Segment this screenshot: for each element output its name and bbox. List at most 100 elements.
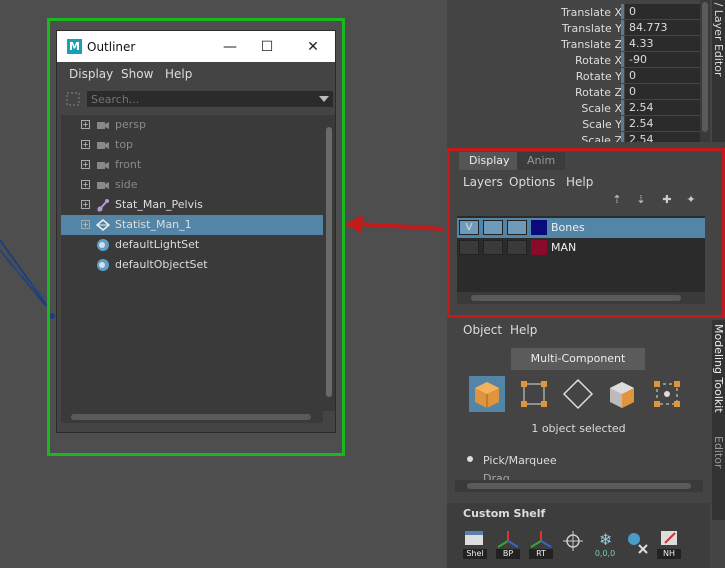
outliner-menubar: Display Show Help <box>57 64 335 84</box>
outliner-window[interactable]: M Outliner — ☐ ✕ Display Show Help + per… <box>56 30 336 433</box>
channel-scale-y[interactable]: Scale Y 2.54 <box>447 116 710 132</box>
shelf-button-freeze[interactable]: ❄ 0,0,0 <box>591 529 619 559</box>
tree-item-side[interactable]: + side <box>61 175 323 195</box>
maximize-button[interactable]: ☐ <box>256 37 278 57</box>
channel-rotate-x[interactable]: Rotate X -90 <box>447 52 710 68</box>
menu-help[interactable]: Help <box>566 175 593 189</box>
menu-help[interactable]: Help <box>165 67 192 81</box>
multi-component-button[interactable]: Multi-Component <box>511 348 645 370</box>
joint-icon <box>97 199 109 212</box>
shelf-button-shel[interactable]: Shel <box>461 529 489 559</box>
vertex-mode-button[interactable] <box>516 376 552 412</box>
move-layer-down-icon[interactable]: ⇣ <box>633 192 649 208</box>
expand-icon[interactable]: + <box>81 160 90 169</box>
layer-list-scrollbar[interactable] <box>457 292 705 304</box>
outliner-titlebar[interactable]: M Outliner — ☐ ✕ <box>57 31 335 62</box>
create-layer-from-selected-icon[interactable]: ✦ <box>683 192 699 208</box>
shelf-button-nh[interactable]: NH <box>655 529 683 559</box>
pick-marquee-label[interactable]: Pick/Marquee <box>483 454 557 467</box>
camera-icon <box>97 162 109 169</box>
channel-value[interactable]: 84.773 <box>625 20 707 35</box>
pick-marquee-radio[interactable] <box>467 456 473 462</box>
channel-value[interactable]: 0 <box>625 84 707 99</box>
object-mode-button[interactable] <box>469 376 505 412</box>
menu-options[interactable]: Options <box>509 175 555 189</box>
minimize-button[interactable]: — <box>219 37 241 57</box>
channel-scale-z[interactable]: Scale Z 2.54 <box>447 132 710 142</box>
tab-display[interactable]: Display <box>459 152 520 170</box>
uv-mode-button[interactable] <box>649 376 685 412</box>
playback-toggle[interactable] <box>483 240 503 255</box>
snowflake-icon: ❄ <box>599 530 612 549</box>
search-input[interactable] <box>87 91 333 107</box>
shelf-button-rt[interactable]: RT <box>527 529 555 559</box>
tab-attribute-editor[interactable]: Attribute Editor <box>712 436 725 520</box>
toolkit-menubar: Object Help <box>447 320 710 338</box>
channel-translate-x[interactable]: Translate X0 <box>447 4 710 20</box>
outliner-horizontal-scrollbar[interactable] <box>61 411 323 423</box>
channel-translate-z[interactable]: Translate Z 4.33 <box>447 36 710 52</box>
outliner-search-bar <box>61 89 333 109</box>
channel-value[interactable]: 4.33 <box>625 36 707 51</box>
channel-value[interactable]: 2.54 <box>625 132 707 142</box>
channel-value[interactable]: 0 <box>625 4 707 19</box>
expand-icon[interactable]: + <box>81 180 90 189</box>
playback-toggle[interactable] <box>483 220 503 235</box>
expand-icon[interactable]: + <box>81 140 90 149</box>
tab-modeling-toolkit[interactable]: Modeling Toolkit <box>712 324 725 413</box>
select-filter-icon[interactable] <box>65 91 81 107</box>
layer-color-swatch[interactable] <box>531 220 547 235</box>
layer-row-bones[interactable]: V Bones <box>457 218 705 238</box>
vertex-icon <box>521 381 547 407</box>
edge-mode-button[interactable] <box>560 376 596 412</box>
drag-label[interactable]: Drag <box>483 472 510 480</box>
channel-scale-x[interactable]: Scale X 2.54 <box>447 100 710 116</box>
layer-list[interactable]: V Bones MAN <box>457 216 705 298</box>
tree-item-default-object-set[interactable]: defaultObjectSet <box>61 255 323 275</box>
shelf-button-delete-history[interactable] <box>623 529 651 559</box>
layer-row-man[interactable]: MAN <box>457 238 705 258</box>
channel-rotate-y[interactable]: Rotate Y0 <box>447 68 710 84</box>
menu-object[interactable]: Object <box>463 323 502 337</box>
shelf-button-bp[interactable]: BP <box>494 529 522 559</box>
expand-icon[interactable]: + <box>81 120 90 129</box>
channel-box-scrollbar[interactable] <box>700 0 710 142</box>
tree-item-default-light-set[interactable]: defaultLightSet <box>61 235 323 255</box>
tree-item-front[interactable]: + front <box>61 155 323 175</box>
layer-color-swatch[interactable] <box>531 240 547 255</box>
channel-rotate-z[interactable]: Rotate Z0 <box>447 84 710 100</box>
shelf-button-center-pivot[interactable] <box>559 529 587 559</box>
menu-display[interactable]: Display <box>69 67 113 81</box>
channel-box[interactable]: Translate X0 Translate Y 84.773 Translate… <box>447 0 710 142</box>
menu-show[interactable]: Show <box>121 67 153 81</box>
create-layer-icon[interactable]: ✚ <box>659 192 675 208</box>
tree-item-persp[interactable]: + persp <box>61 115 323 135</box>
close-button[interactable]: ✕ <box>302 37 324 57</box>
side-tab-modeling-toolkit[interactable]: Modeling Toolkit Attribute Editor <box>712 320 725 520</box>
menu-help[interactable]: Help <box>510 323 537 337</box>
channel-value[interactable]: 2.54 <box>625 116 707 131</box>
display-type-toggle[interactable] <box>507 220 527 235</box>
tree-item-top[interactable]: + top <box>61 135 323 155</box>
face-mode-button[interactable] <box>604 376 640 412</box>
tree-item-statist-man-1[interactable]: + Statist_Man_1 <box>61 215 323 235</box>
tab-anim[interactable]: Anim <box>517 152 566 170</box>
expand-icon[interactable]: + <box>81 220 90 229</box>
channel-value[interactable]: -90 <box>625 52 707 67</box>
channel-translate-y[interactable]: Translate Y 84.773 <box>447 20 710 36</box>
outliner-tree[interactable]: + persp + top + front + side + Stat_Man_… <box>61 115 323 411</box>
display-type-toggle[interactable] <box>507 240 527 255</box>
tree-item-stat-man-pelvis[interactable]: + Stat_Man_Pelvis <box>61 195 323 215</box>
visibility-toggle[interactable] <box>459 240 479 255</box>
channel-value[interactable]: 2.54 <box>625 100 707 115</box>
expand-icon[interactable]: + <box>81 200 90 209</box>
toolkit-scrollbar[interactable] <box>455 480 703 492</box>
face-icon <box>610 382 634 408</box>
menu-layers[interactable]: Layers <box>463 175 503 189</box>
side-tab-channel-box[interactable]: Channel Box / Layer Editor <box>712 0 725 142</box>
outliner-vertical-scrollbar[interactable] <box>323 115 335 411</box>
visibility-toggle[interactable]: V <box>459 220 479 235</box>
move-layer-up-icon[interactable]: ⇡ <box>609 192 625 208</box>
channel-value[interactable]: 0 <box>625 68 707 83</box>
chevron-down-icon[interactable] <box>319 96 329 102</box>
